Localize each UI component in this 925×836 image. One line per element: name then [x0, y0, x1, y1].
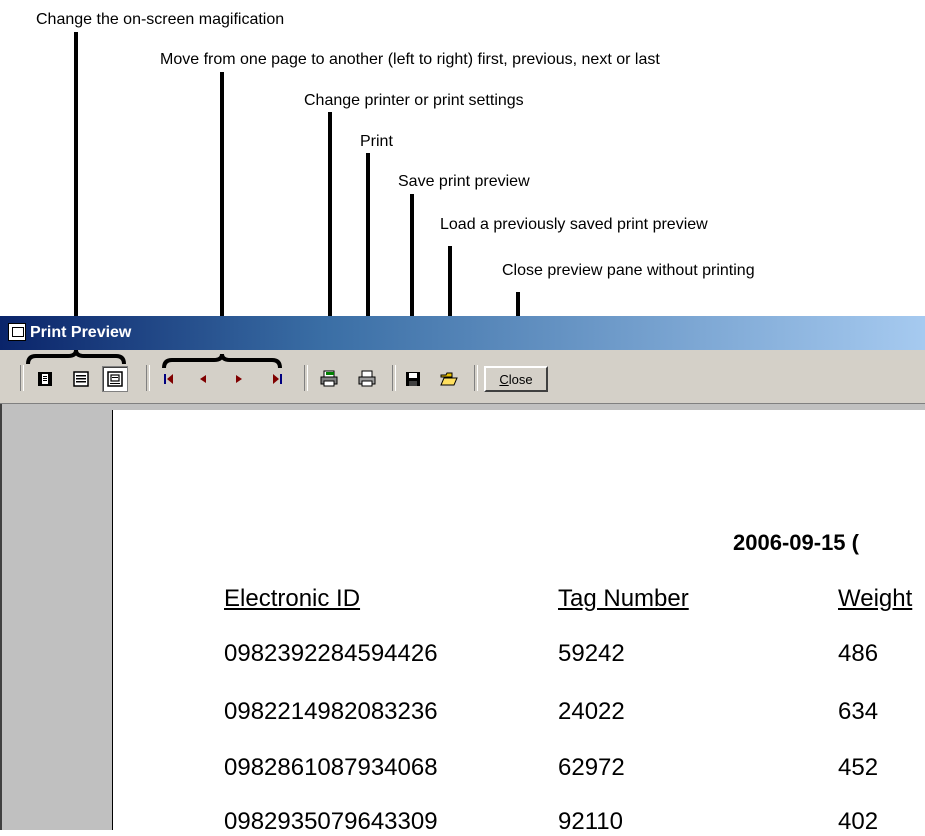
table-cell: 62972 [558, 754, 625, 781]
column-header-weight: Weight [838, 585, 913, 612]
table-cell: 0982861087934068 [224, 754, 438, 781]
table-cell: 59242 [558, 640, 625, 667]
table-cell: 0982935079643309 [224, 808, 438, 835]
table-cell: 486 [838, 640, 879, 667]
table-cell: 0982214982083236 [224, 698, 438, 725]
magnification-bracket [26, 349, 126, 365]
table-cell: 402 [838, 808, 879, 835]
navigation-bracket [162, 353, 282, 369]
table-cell: 24022 [558, 698, 625, 725]
table-cell: 452 [838, 754, 879, 781]
table-cell: 634 [838, 698, 879, 725]
table-cell: 92110 [558, 808, 623, 835]
column-header-tag-number: Tag Number [558, 585, 689, 612]
column-header-electronic-id: Electronic ID [224, 585, 361, 612]
report-title: 2006-09-15 ( [733, 530, 859, 555]
table-cell: 0982392284594426 [224, 640, 438, 667]
